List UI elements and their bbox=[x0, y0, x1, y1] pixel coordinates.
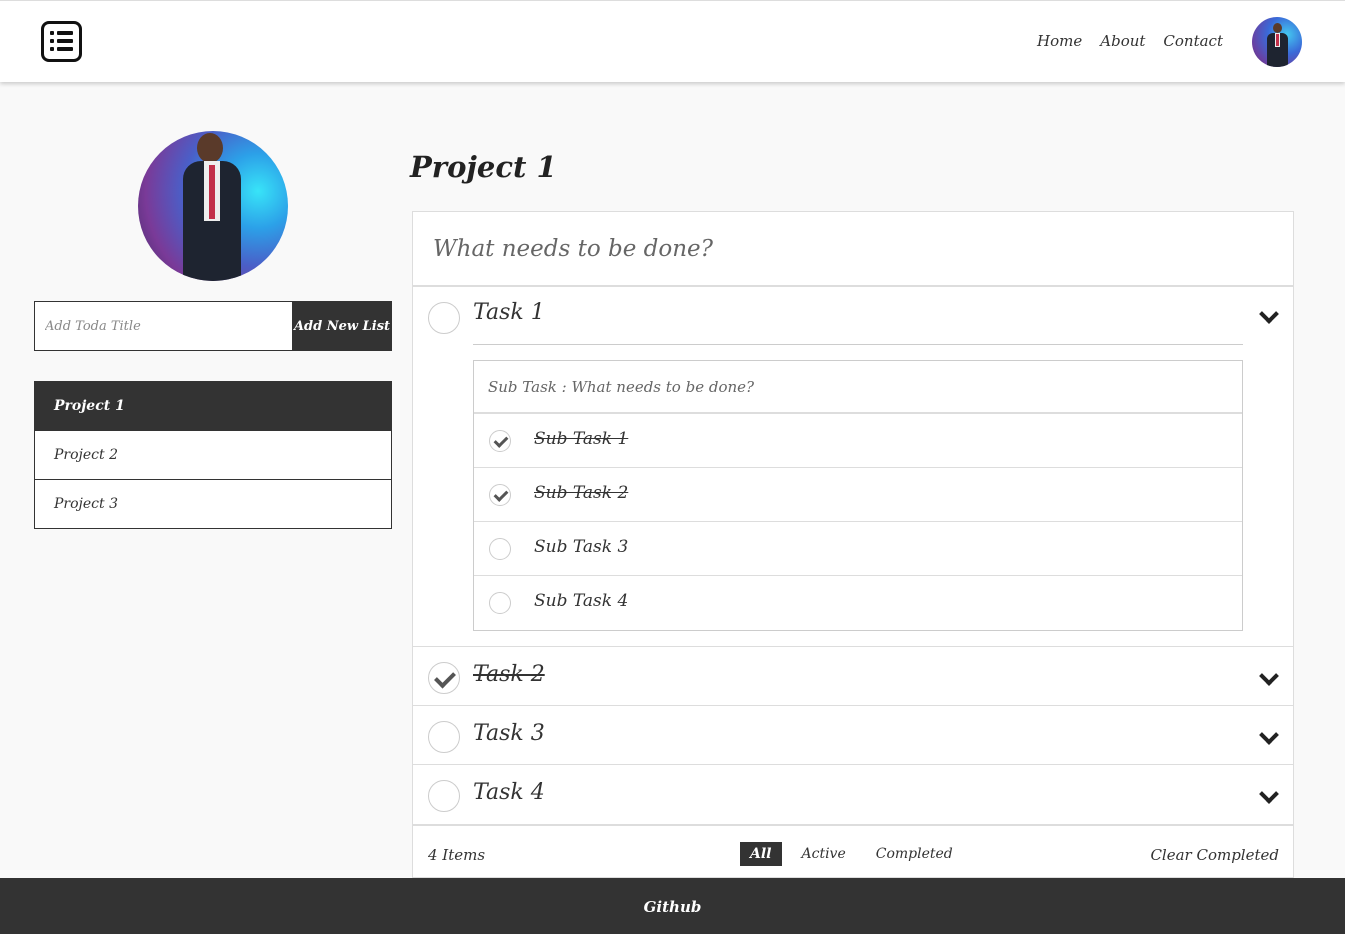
project-item-3[interactable]: Project 3 bbox=[35, 480, 391, 528]
task-label[interactable]: Task 1 bbox=[473, 300, 545, 325]
add-new-list-button[interactable]: Add New List bbox=[292, 301, 392, 351]
header: Home About Contact bbox=[0, 0, 1345, 82]
subtask-list: Sub Task 1 Sub Task 2 Sub Task 3 Sub Tas… bbox=[473, 360, 1243, 631]
list-logo-icon[interactable] bbox=[41, 21, 82, 62]
top-nav: Home About Contact bbox=[1037, 32, 1223, 50]
task-item: Task 2 bbox=[413, 647, 1293, 706]
filter-group: All Active Completed bbox=[740, 842, 963, 866]
profile-photo bbox=[138, 131, 288, 281]
new-todo-input[interactable] bbox=[413, 212, 1293, 287]
filter-completed-button[interactable]: Completed bbox=[866, 842, 963, 866]
nav-about-link[interactable]: About bbox=[1100, 32, 1145, 50]
subtask-label[interactable]: Sub Task 4 bbox=[534, 591, 628, 611]
task-toggle-checkbox[interactable] bbox=[428, 302, 460, 334]
page-title: Project 1 bbox=[410, 150, 557, 184]
site-footer: Github bbox=[0, 878, 1345, 934]
clear-completed-button[interactable]: Clear Completed bbox=[1150, 846, 1279, 864]
task-item: Task 3 bbox=[413, 706, 1293, 765]
task-toggle-checkbox[interactable] bbox=[428, 721, 460, 753]
subtask-label[interactable]: Sub Task 3 bbox=[534, 537, 628, 557]
nav-home-link[interactable]: Home bbox=[1037, 32, 1082, 50]
subtask-toggle-checkbox[interactable] bbox=[489, 592, 511, 614]
subtask-toggle-checkbox[interactable] bbox=[489, 484, 511, 506]
todo-app: Task 1 Sub Task 1 Sub Task 2 Sub Task 3 … bbox=[412, 211, 1294, 878]
task-toggle-checkbox[interactable] bbox=[428, 780, 460, 812]
project-item-2[interactable]: Project 2 bbox=[35, 431, 391, 480]
task-item: Task 4 bbox=[413, 765, 1293, 824]
add-list-form: Add New List bbox=[34, 301, 392, 351]
task-label[interactable]: Task 4 bbox=[473, 780, 545, 805]
subtask-item: Sub Task 1 bbox=[474, 414, 1242, 468]
filter-all-button[interactable]: All bbox=[740, 842, 782, 866]
project-list: Project 1 Project 2 Project 3 bbox=[34, 381, 392, 529]
user-avatar[interactable] bbox=[1252, 17, 1302, 67]
items-count: 4 Items bbox=[428, 846, 486, 864]
todo-footer: 4 Items All Active Completed Clear Compl… bbox=[413, 824, 1293, 877]
chevron-down-icon[interactable] bbox=[1259, 787, 1277, 805]
nav-contact-link[interactable]: Contact bbox=[1163, 32, 1223, 50]
subtask-item: Sub Task 4 bbox=[474, 576, 1242, 630]
subtask-label[interactable]: Sub Task 1 bbox=[534, 429, 628, 449]
divider bbox=[473, 344, 1243, 345]
list-title-input[interactable] bbox=[34, 301, 292, 351]
subtask-item: Sub Task 3 bbox=[474, 522, 1242, 576]
subtask-toggle-checkbox[interactable] bbox=[489, 430, 511, 452]
github-link[interactable]: Github bbox=[0, 898, 1345, 916]
project-item-1[interactable]: Project 1 bbox=[35, 382, 391, 431]
task-label[interactable]: Task 3 bbox=[473, 721, 545, 746]
subtask-input[interactable] bbox=[474, 361, 1242, 414]
chevron-down-icon[interactable] bbox=[1259, 307, 1277, 325]
chevron-down-icon[interactable] bbox=[1259, 669, 1277, 687]
subtask-item: Sub Task 2 bbox=[474, 468, 1242, 522]
chevron-down-icon[interactable] bbox=[1259, 728, 1277, 746]
task-label[interactable]: Task 2 bbox=[473, 662, 545, 687]
task-toggle-checkbox[interactable] bbox=[428, 662, 460, 694]
subtask-label[interactable]: Sub Task 2 bbox=[534, 483, 628, 503]
task-item: Task 1 Sub Task 1 Sub Task 2 Sub Task 3 … bbox=[413, 287, 1293, 647]
filter-active-button[interactable]: Active bbox=[792, 842, 856, 866]
subtask-toggle-checkbox[interactable] bbox=[489, 538, 511, 560]
